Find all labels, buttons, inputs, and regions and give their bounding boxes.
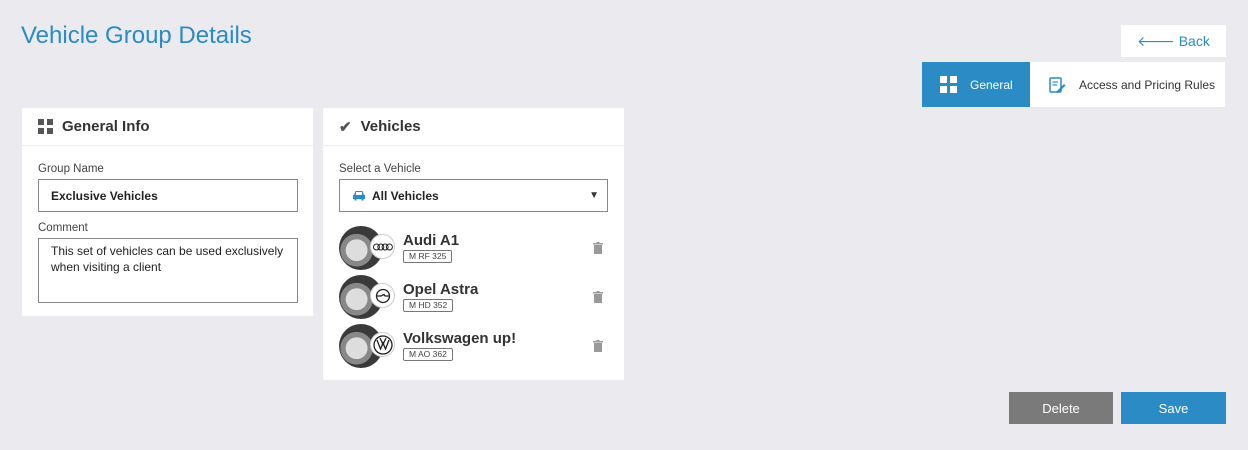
caret-down-icon: ▼ bbox=[589, 190, 599, 201]
vehicle-name[interactable]: Opel Astra bbox=[403, 281, 478, 298]
tab-access-pricing-label: Access and Pricing Rules bbox=[1079, 77, 1216, 92]
trash-icon[interactable] bbox=[591, 241, 605, 255]
audi-logo-icon bbox=[370, 234, 395, 259]
tab-general[interactable]: General bbox=[922, 62, 1030, 107]
vehicle-list: Audi A1 M RF 325 Opel Astra M HD 352 Vol… bbox=[339, 223, 608, 370]
license-plate: M HD 352 bbox=[403, 299, 454, 312]
tab-bar: General Access and Pricing Rules bbox=[922, 62, 1225, 107]
group-name-input[interactable]: Exclusive Vehicles bbox=[38, 179, 298, 212]
vehicle-name[interactable]: Volkswagen up! bbox=[403, 330, 516, 347]
group-name-label: Group Name bbox=[38, 163, 104, 175]
select-vehicle-label: Select a Vehicle bbox=[339, 163, 421, 175]
grid-icon bbox=[38, 119, 53, 134]
vehicles-header: ✔ Vehicles bbox=[323, 108, 624, 146]
save-button[interactable]: Save bbox=[1121, 392, 1226, 424]
trash-icon[interactable] bbox=[591, 339, 605, 353]
license-plate: M RF 325 bbox=[403, 250, 453, 263]
edit-document-icon bbox=[1049, 76, 1066, 93]
general-info-title: General Info bbox=[62, 118, 150, 135]
general-info-card: General Info Group Name Exclusive Vehicl… bbox=[22, 108, 313, 316]
list-item: Volkswagen up! M AO 362 bbox=[339, 321, 608, 370]
volkswagen-logo-icon bbox=[370, 332, 395, 357]
trash-icon[interactable] bbox=[591, 290, 605, 304]
opel-logo-icon bbox=[370, 283, 395, 308]
vehicle-select[interactable]: All Vehicles ▼ bbox=[339, 179, 608, 212]
delete-button[interactable]: Delete bbox=[1009, 392, 1113, 424]
list-item: Audi A1 M RF 325 bbox=[339, 223, 608, 272]
tab-access-pricing[interactable]: Access and Pricing Rules bbox=[1030, 62, 1225, 107]
back-button[interactable]: 🡐 Back bbox=[1121, 25, 1226, 57]
comment-label: Comment bbox=[38, 222, 88, 234]
grid-icon bbox=[940, 76, 957, 93]
general-info-header: General Info bbox=[22, 108, 313, 146]
checkmark-icon: ✔ bbox=[339, 118, 352, 136]
vehicles-title: Vehicles bbox=[360, 118, 421, 135]
vehicles-card: ✔ Vehicles Select a Vehicle All Vehicles… bbox=[323, 108, 624, 380]
car-icon bbox=[353, 191, 365, 201]
page-title: Vehicle Group Details bbox=[21, 22, 252, 49]
back-button-label: Back bbox=[1178, 33, 1210, 49]
comment-textarea[interactable]: This set of vehicles can be used exclusi… bbox=[38, 238, 298, 303]
license-plate: M AO 362 bbox=[403, 348, 453, 361]
vehicle-name[interactable]: Audi A1 bbox=[403, 232, 459, 249]
list-item: Opel Astra M HD 352 bbox=[339, 272, 608, 321]
arrow-left-icon: 🡐 bbox=[1137, 32, 1175, 49]
tab-general-label: General bbox=[970, 77, 1013, 92]
vehicle-select-value: All Vehicles bbox=[372, 188, 439, 203]
